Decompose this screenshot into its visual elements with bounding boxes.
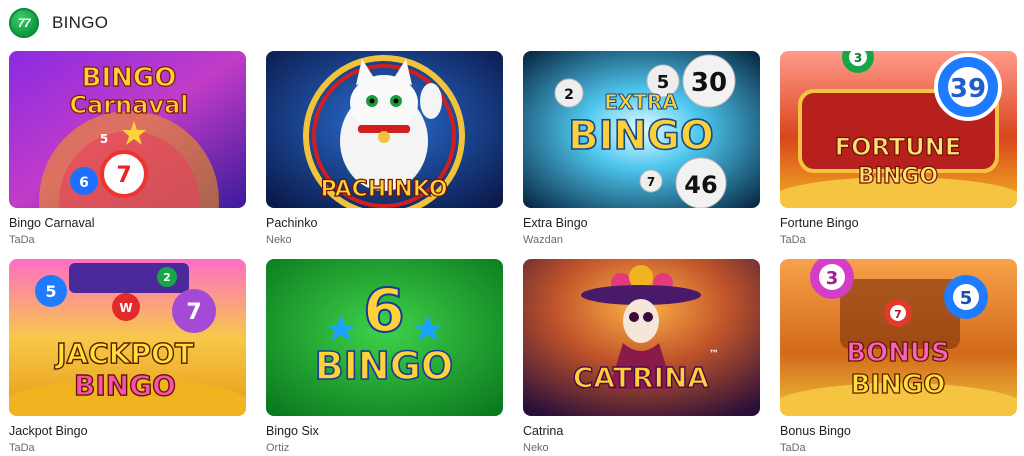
trademark: ™ [709, 349, 719, 360]
art-title: 6 [363, 276, 405, 346]
art-number: 3 [826, 268, 839, 289]
game-provider: TaDa [9, 234, 35, 246]
catrina-face-icon [623, 299, 659, 343]
art-number: 5 [960, 288, 973, 309]
art-title: JACKPOT [54, 337, 194, 370]
game-card[interactable]: 39 3 FORTUNE BINGO Fortune Bingo TaDa [780, 51, 1017, 247]
art-number: 2 [163, 271, 171, 284]
game-provider: TaDa [780, 234, 806, 246]
art-title: BINGO [74, 369, 176, 402]
brand-logo[interactable]: 77 [9, 8, 39, 38]
game-name[interactable]: Bingo Carnaval [9, 216, 246, 231]
art-title: PACHINKO [320, 177, 447, 202]
section-title: BINGO [52, 13, 109, 32]
art-title: BINGO [858, 164, 938, 189]
game-thumbnail-jackpot-bingo[interactable]: 5 W 7 2 JACKPOT BINGO [9, 259, 246, 416]
game-name[interactable]: Catrina [523, 424, 760, 439]
art-number: 30 [691, 68, 727, 98]
game-thumbnail-pachinko[interactable]: PACHINKO [266, 51, 503, 208]
game-thumbnail-bingo-carnaval[interactable]: 7 6 5 BINGO Carnaval [9, 51, 246, 208]
game-thumbnail-extra-bingo[interactable]: 30 5 2 7 46 EXTRA BINGO [523, 51, 760, 208]
game-name[interactable]: Jackpot Bingo [9, 424, 246, 439]
game-card[interactable]: 6 BINGO Bingo Six Ortiz [266, 259, 503, 455]
art-number: 7 [894, 308, 902, 321]
game-provider: TaDa [9, 442, 35, 454]
game-provider: Neko [266, 234, 292, 246]
art-number: 5 [100, 132, 108, 146]
game-card[interactable]: PACHINKO Pachinko Neko [266, 51, 503, 247]
game-provider: TaDa [780, 442, 806, 454]
game-thumbnail-bonus-bingo[interactable]: 3 7 5 BONUS BINGO [780, 259, 1017, 416]
game-thumbnail-fortune-bingo[interactable]: 39 3 FORTUNE BINGO [780, 51, 1017, 208]
art-title: CATRINA [573, 361, 710, 394]
art-number: 5 [45, 282, 56, 301]
art-number: 7 [116, 163, 131, 188]
game-provider: Wazdan [523, 234, 563, 246]
game-provider: Neko [523, 442, 549, 454]
art-title: BINGO [851, 370, 946, 400]
art-title: BINGO [568, 113, 714, 159]
art-title: EXTRA [604, 90, 678, 114]
game-card[interactable]: 7 6 5 BINGO Carnaval Bingo Carnaval TaDa [9, 51, 246, 247]
game-card[interactable]: 5 W 7 2 JACKPOT BINGO Jackpot Bingo TaDa [9, 259, 246, 455]
art-number: 2 [564, 87, 574, 103]
section-header: 77 BINGO [9, 8, 108, 38]
art-title: Carnaval [70, 91, 189, 119]
art-number: 39 [950, 74, 986, 104]
art-number: 7 [647, 175, 655, 189]
art-title: BINGO [82, 63, 177, 93]
art-title: BINGO [315, 344, 453, 388]
game-card[interactable]: 30 5 2 7 46 EXTRA BINGO Extra Bingo Wazd… [523, 51, 760, 247]
brand-logo-text: 77 [17, 16, 31, 30]
game-name[interactable]: Bonus Bingo [780, 424, 1017, 439]
art-title: FORTUNE [835, 133, 962, 161]
game-provider: Ortiz [266, 442, 290, 454]
art-number: 7 [186, 300, 201, 325]
art-title: BONUS [846, 338, 950, 368]
game-name[interactable]: Bingo Six [266, 424, 503, 439]
game-name[interactable]: Pachinko [266, 216, 503, 231]
art-number: 6 [79, 175, 89, 191]
game-card[interactable]: CATRINA ™ Catrina Neko [523, 259, 760, 455]
game-name[interactable]: Extra Bingo [523, 216, 760, 231]
game-card[interactable]: 3 7 5 BONUS BINGO Bonus Bingo TaDa [780, 259, 1017, 455]
game-thumbnail-bingo-six[interactable]: 6 BINGO [266, 259, 503, 416]
game-thumbnail-catrina[interactable]: CATRINA ™ [523, 259, 760, 416]
art-number: 46 [684, 171, 717, 199]
art-number: W [119, 301, 132, 315]
game-name[interactable]: Fortune Bingo [780, 216, 1017, 231]
art-number: 3 [854, 51, 862, 65]
